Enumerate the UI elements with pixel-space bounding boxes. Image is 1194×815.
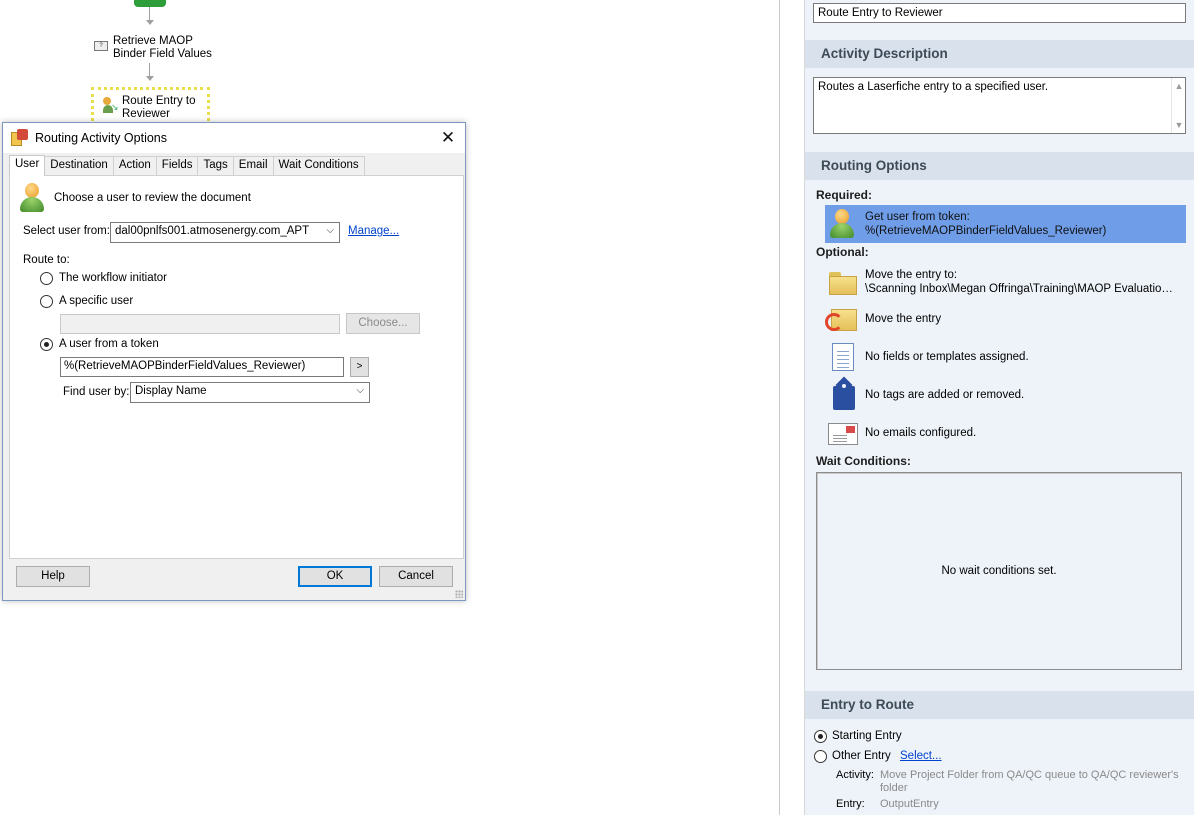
dialog-tabs: User Destination Action Fields Tags Emai… bbox=[9, 155, 365, 176]
activity-label: Activity: bbox=[836, 769, 874, 781]
find-user-value: Display Name bbox=[135, 385, 207, 397]
optional-label: Optional: bbox=[816, 245, 869, 259]
tab-action[interactable]: Action bbox=[112, 156, 157, 175]
move-entry-icon bbox=[825, 303, 861, 335]
activity-name-field[interactable]: Route Entry to Reviewer bbox=[813, 3, 1186, 23]
activity-description-header[interactable]: Activity Description bbox=[805, 40, 1194, 68]
required-item-line2: %(RetrieveMAOPBinderFieldValues_Reviewer… bbox=[865, 225, 1107, 237]
find-user-dropdown[interactable]: Display Name ⌵ bbox=[130, 382, 370, 403]
optional-item-line1: No emails configured. bbox=[865, 427, 977, 439]
scroll-down-icon[interactable]: ▼ bbox=[1174, 120, 1184, 130]
workflow-initiator-radio[interactable] bbox=[40, 272, 53, 285]
specific-user-label[interactable]: A specific user bbox=[59, 295, 133, 307]
optional-item-line1: Move the entry bbox=[865, 313, 942, 325]
activity-description-text: Routes a Laserfiche entry to a specified… bbox=[818, 81, 1049, 93]
ok-button[interactable]: OK bbox=[298, 566, 372, 587]
dialog-titlebar[interactable]: Routing Activity Options ✕ bbox=[3, 123, 465, 153]
optional-item-line1: No tags are added or removed. bbox=[865, 389, 1025, 401]
connector-arrow bbox=[146, 76, 154, 81]
tab-fields[interactable]: Fields bbox=[155, 156, 199, 175]
find-user-label: Find user by: bbox=[63, 386, 130, 398]
optional-move-entry-item[interactable]: Move the entry bbox=[825, 302, 1185, 336]
workflow-node-route[interactable]: ↘ Route Entry to Reviewer bbox=[91, 87, 210, 127]
required-get-user-item[interactable]: Get user from token: %(RetrieveMAOPBinde… bbox=[825, 205, 1186, 243]
token-value: %(RetrieveMAOPBinderFieldValues_Reviewer… bbox=[64, 360, 306, 372]
starting-entry-radio[interactable] bbox=[814, 730, 827, 743]
specific-user-field[interactable] bbox=[60, 314, 340, 334]
route-to-label: Route to: bbox=[23, 254, 70, 266]
tab-tags[interactable]: Tags bbox=[197, 156, 234, 175]
resize-grip-icon[interactable] bbox=[455, 590, 463, 598]
description-scrollbar[interactable]: ▲ ▼ bbox=[1171, 78, 1185, 133]
tab-email[interactable]: Email bbox=[232, 156, 274, 175]
starting-entry-label[interactable]: Starting Entry bbox=[832, 730, 902, 742]
user-tab-panel: Choose a user to review the document Sel… bbox=[9, 175, 464, 559]
optional-email-item[interactable]: No emails configured. bbox=[825, 416, 1185, 450]
user-tab-heading: Choose a user to review the document bbox=[54, 192, 251, 204]
other-entry-radio[interactable] bbox=[814, 750, 827, 763]
activity-value: Move Project Folder from QA/QC queue to … bbox=[880, 769, 1179, 794]
workflow-node-label: Route Entry to Reviewer bbox=[122, 95, 196, 120]
entry-label: Entry: bbox=[836, 798, 865, 810]
pane-splitter[interactable] bbox=[779, 0, 780, 815]
entry-value: OutputEntry bbox=[880, 798, 939, 810]
routing-options-header[interactable]: Routing Options bbox=[805, 152, 1194, 180]
tab-wait-conditions[interactable]: Wait Conditions bbox=[272, 156, 365, 175]
start-node[interactable] bbox=[134, 0, 166, 7]
document-icon bbox=[825, 341, 861, 373]
tab-user[interactable]: User bbox=[9, 155, 46, 176]
close-icon[interactable]: ✕ bbox=[437, 127, 459, 149]
wait-conditions-list[interactable]: No wait conditions set. bbox=[816, 472, 1182, 670]
specific-user-radio[interactable] bbox=[40, 295, 53, 308]
chevron-down-icon: ⌵ bbox=[356, 385, 364, 396]
wait-conditions-empty: No wait conditions set. bbox=[941, 565, 1057, 577]
connector bbox=[149, 63, 150, 76]
token-user-radio[interactable] bbox=[40, 338, 53, 351]
routing-app-icon bbox=[11, 129, 29, 147]
workflow-initiator-label[interactable]: The workflow initiator bbox=[59, 272, 167, 284]
insert-token-button[interactable]: > bbox=[350, 357, 369, 377]
routing-activity-options-dialog: Routing Activity Options ✕ User Destinat… bbox=[2, 122, 466, 601]
scroll-up-icon[interactable]: ▲ bbox=[1174, 81, 1184, 91]
user-icon bbox=[825, 207, 861, 241]
select-user-label: Select user from: bbox=[23, 225, 110, 237]
retrieve-fields-icon: ? bbox=[94, 41, 108, 51]
optional-item-line1: No fields or templates assigned. bbox=[865, 351, 1029, 363]
properties-pane: Route Entry to Reviewer Activity Descrip… bbox=[805, 0, 1194, 815]
folder-icon bbox=[825, 266, 861, 298]
other-entry-label[interactable]: Other Entry bbox=[832, 750, 891, 762]
route-entry-icon: ↘ bbox=[103, 97, 119, 113]
activity-name-value: Route Entry to Reviewer bbox=[818, 7, 943, 19]
choose-button[interactable]: Choose... bbox=[346, 313, 420, 334]
required-label: Required: bbox=[816, 188, 873, 202]
required-item-line1: Get user from token: bbox=[865, 211, 970, 223]
wait-conditions-label: Wait Conditions: bbox=[816, 454, 911, 468]
token-field[interactable]: %(RetrieveMAOPBinderFieldValues_Reviewer… bbox=[60, 357, 344, 377]
manage-link[interactable]: Manage... bbox=[348, 225, 399, 237]
help-button[interactable]: Help bbox=[16, 566, 90, 587]
optional-fields-item[interactable]: No fields or templates assigned. bbox=[825, 340, 1185, 374]
select-user-value: dal00pnlfs001.atmosenergy.com_APT bbox=[115, 225, 310, 237]
connector-arrow bbox=[146, 20, 154, 25]
chevron-down-icon: ⌵ bbox=[326, 225, 334, 236]
tab-destination[interactable]: Destination bbox=[44, 156, 114, 175]
optional-tags-item[interactable]: No tags are added or removed. bbox=[825, 376, 1185, 412]
connector bbox=[149, 7, 150, 20]
email-icon bbox=[825, 417, 861, 449]
entry-to-route-header[interactable]: Entry to Route bbox=[805, 691, 1194, 719]
select-user-dropdown[interactable]: dal00pnlfs001.atmosenergy.com_APT ⌵ bbox=[110, 222, 340, 243]
dialog-title: Routing Activity Options bbox=[35, 131, 168, 145]
tag-icon bbox=[825, 376, 861, 411]
user-icon bbox=[15, 181, 49, 215]
token-user-label[interactable]: A user from a token bbox=[59, 338, 159, 350]
optional-move-to-item[interactable]: Move the entry to: \Scanning Inbox\Megan… bbox=[825, 265, 1185, 299]
select-entry-link[interactable]: Select... bbox=[900, 750, 942, 762]
cancel-button[interactable]: Cancel bbox=[379, 566, 453, 587]
workflow-node-retrieve[interactable]: ? Retrieve MAOP Binder Field Values bbox=[94, 35, 212, 61]
optional-item-line2: \Scanning Inbox\Megan Offringa\Training\… bbox=[865, 283, 1179, 295]
activity-description-field[interactable]: Routes a Laserfiche entry to a specified… bbox=[813, 77, 1186, 134]
optional-item-line1: Move the entry to: bbox=[865, 269, 958, 281]
workflow-node-label: Retrieve MAOP Binder Field Values bbox=[113, 35, 212, 60]
